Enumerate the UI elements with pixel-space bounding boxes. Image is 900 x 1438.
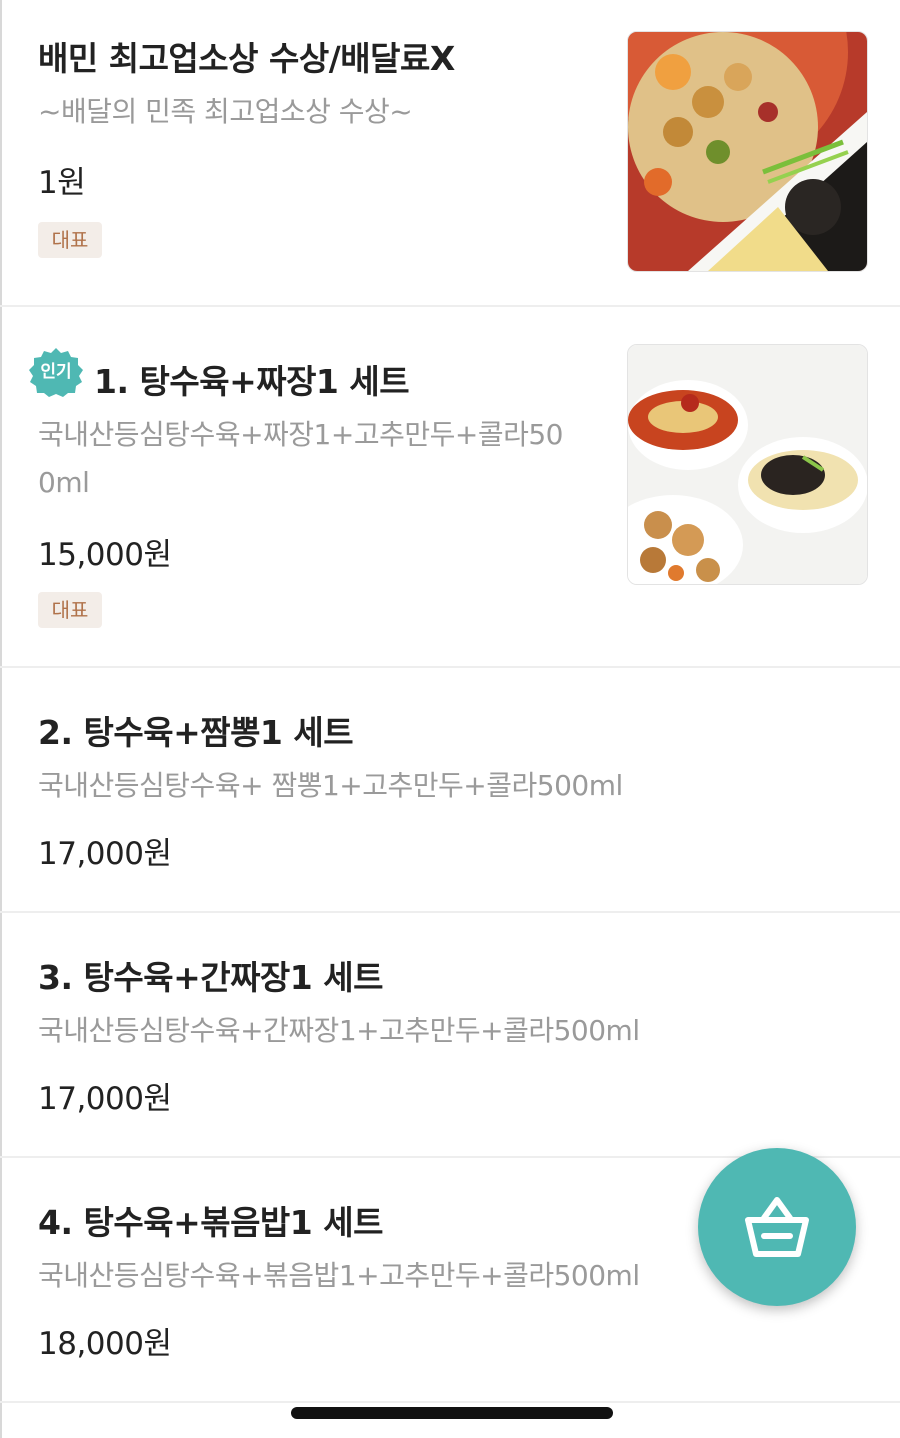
menu-item-price: 1원	[38, 165, 86, 201]
menu-item-title: 4. 탕수육+볶음밥1 세트	[38, 1203, 383, 1242]
menu-item-set-3[interactable]: 3. 탕수육+간짜장1 세트 국내산등심탕수육+간짜장1+고추만두+콜라500m…	[0, 913, 900, 1158]
menu-item-award[interactable]: 배민 최고업소상 수상/배달료X ~배달의 민족 최고업소상 수상~ 1원 대표	[0, 0, 900, 307]
menu-item-price: 17,000원	[38, 836, 172, 872]
menu-item-title: 배민 최고업소상 수상/배달료X	[38, 39, 455, 78]
cart-button[interactable]	[698, 1148, 856, 1306]
home-indicator[interactable]	[291, 1407, 613, 1419]
menu-item-description: 국내산등심탕수육+짜장1+고추만두+콜라500ml	[38, 418, 564, 499]
menu-item-set-2[interactable]: 2. 탕수육+짬뽕1 세트 국내산등심탕수육+ 짬뽕1+고추만두+콜라500ml…	[0, 668, 900, 913]
menu-item-description: 국내산등심탕수육+간짜장1+고추만두+콜라500ml	[38, 1014, 640, 1047]
shopping-basket-icon	[745, 1197, 809, 1257]
menu-item-price: 15,000원	[38, 537, 172, 573]
menu-item-set-1[interactable]: 인기 1. 탕수육+짜장1 세트 국내산등심탕수육+짜장1+고추만두+콜라500…	[0, 307, 900, 668]
menu-item-description: 국내산등심탕수육+ 짬뽕1+고추만두+콜라500ml	[38, 769, 623, 802]
menu-item-photo[interactable]	[627, 344, 868, 585]
menu-item-photo[interactable]	[627, 31, 868, 272]
popular-badge: 인기	[28, 347, 84, 397]
menu-item-price: 18,000원	[38, 1326, 172, 1362]
menu-item-title: 1. 탕수육+짜장1 세트	[94, 362, 410, 401]
menu-item-title: 2. 탕수육+짬뽕1 세트	[38, 713, 354, 752]
menu-item-description: 국내산등심탕수육+볶음밥1+고추만두+콜라500ml	[38, 1259, 640, 1292]
menu-item-title: 3. 탕수육+간짜장1 세트	[38, 958, 383, 997]
menu-item-price: 17,000원	[38, 1081, 172, 1117]
signature-badge: 대표	[38, 592, 102, 628]
signature-badge: 대표	[38, 222, 102, 258]
popular-badge-label: 인기	[40, 362, 72, 382]
menu-item-description: ~배달의 민족 최고업소상 수상~	[38, 95, 413, 128]
